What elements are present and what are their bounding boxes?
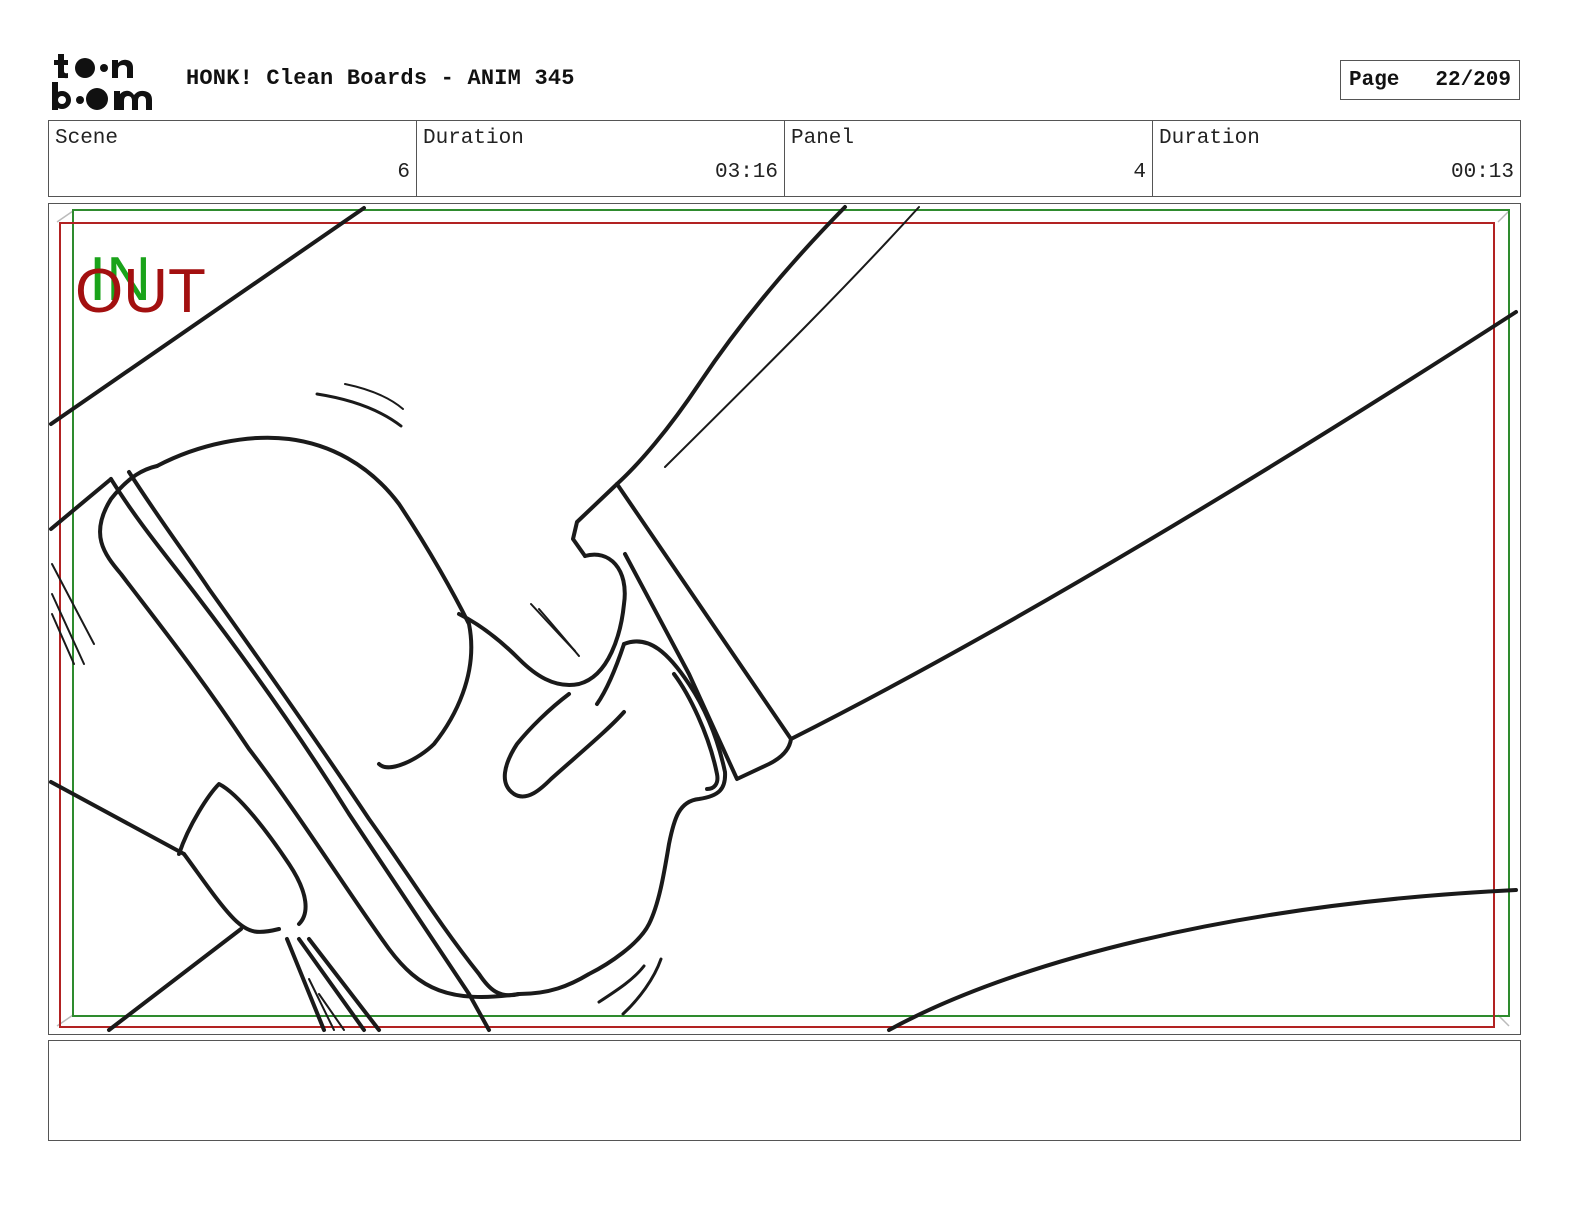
scene-value: 6 [397,161,410,184]
scene-duration-value: 03:16 [714,161,778,184]
storyboard-panel: IN OUT [48,203,1521,1035]
panel-duration-cell: Duration 00:13 [1153,121,1520,196]
panel-label: Panel [791,127,855,150]
camera-frame-guides [56,210,1510,1027]
panel-cell: Panel 4 [785,121,1153,196]
scene-cell: Scene 6 [49,121,417,196]
panel-notes-box[interactable] [48,1040,1521,1141]
toon-boom-logo-icon [52,54,152,110]
panel-value: 4 [1133,161,1146,184]
page-value: 22/209 [1435,68,1511,92]
out-label: OUT [75,257,206,326]
document-title: HONK! Clean Boards - ANIM 345 [186,66,575,91]
scene-label: Scene [55,127,119,150]
safe-frame-green [72,209,1510,1017]
page-indicator: Page 22/209 [1340,60,1520,100]
scene-duration-label: Duration [423,127,524,150]
panel-drawing: IN OUT [49,205,1518,1032]
toon-boom-logo [52,52,164,112]
scene-duration-cell: Duration 03:16 [417,121,785,196]
panel-duration-label: Duration [1159,127,1260,150]
panel-info-row: Scene 6 Duration 03:16 Panel 4 Duration … [48,120,1521,197]
safe-frame-red [59,222,1495,1028]
line-art [49,205,1518,1032]
page-label: Page [1349,68,1400,92]
panel-duration-value: 00:13 [1450,161,1514,184]
